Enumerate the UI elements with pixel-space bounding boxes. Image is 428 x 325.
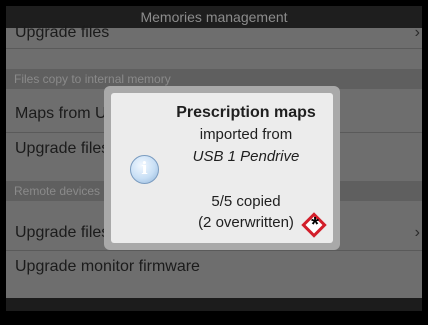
list-item-label: Upgrade files xyxy=(15,24,110,41)
asterisk-label: * xyxy=(311,214,319,236)
info-icon xyxy=(130,155,159,184)
dialog-source: USB 1 Pendrive xyxy=(192,148,300,165)
dialog-copied-count: 5/5 copied xyxy=(211,193,281,210)
list-item-label: Upgrade files xyxy=(15,140,110,157)
list-item-upgrade-monitor-firmware[interactable]: Upgrade monitor firmware xyxy=(6,255,422,279)
chevron-right-icon: › xyxy=(414,24,420,41)
dialog-title: Prescription maps xyxy=(176,104,316,121)
divider xyxy=(6,250,422,251)
dialog-imported-label: imported from xyxy=(199,126,293,143)
chevron-right-icon: › xyxy=(414,224,420,241)
list-item-label: Upgrade monitor firmware xyxy=(15,258,200,275)
list-item-label: Upgrade files xyxy=(15,224,110,241)
dialog-content: Prescription maps imported from USB 1 Pe… xyxy=(111,93,333,243)
list-item-upgrade-files-top[interactable]: Upgrade files › xyxy=(6,23,422,43)
divider xyxy=(6,48,422,49)
callout-marker: * xyxy=(301,212,329,240)
bottom-bar xyxy=(6,298,422,311)
